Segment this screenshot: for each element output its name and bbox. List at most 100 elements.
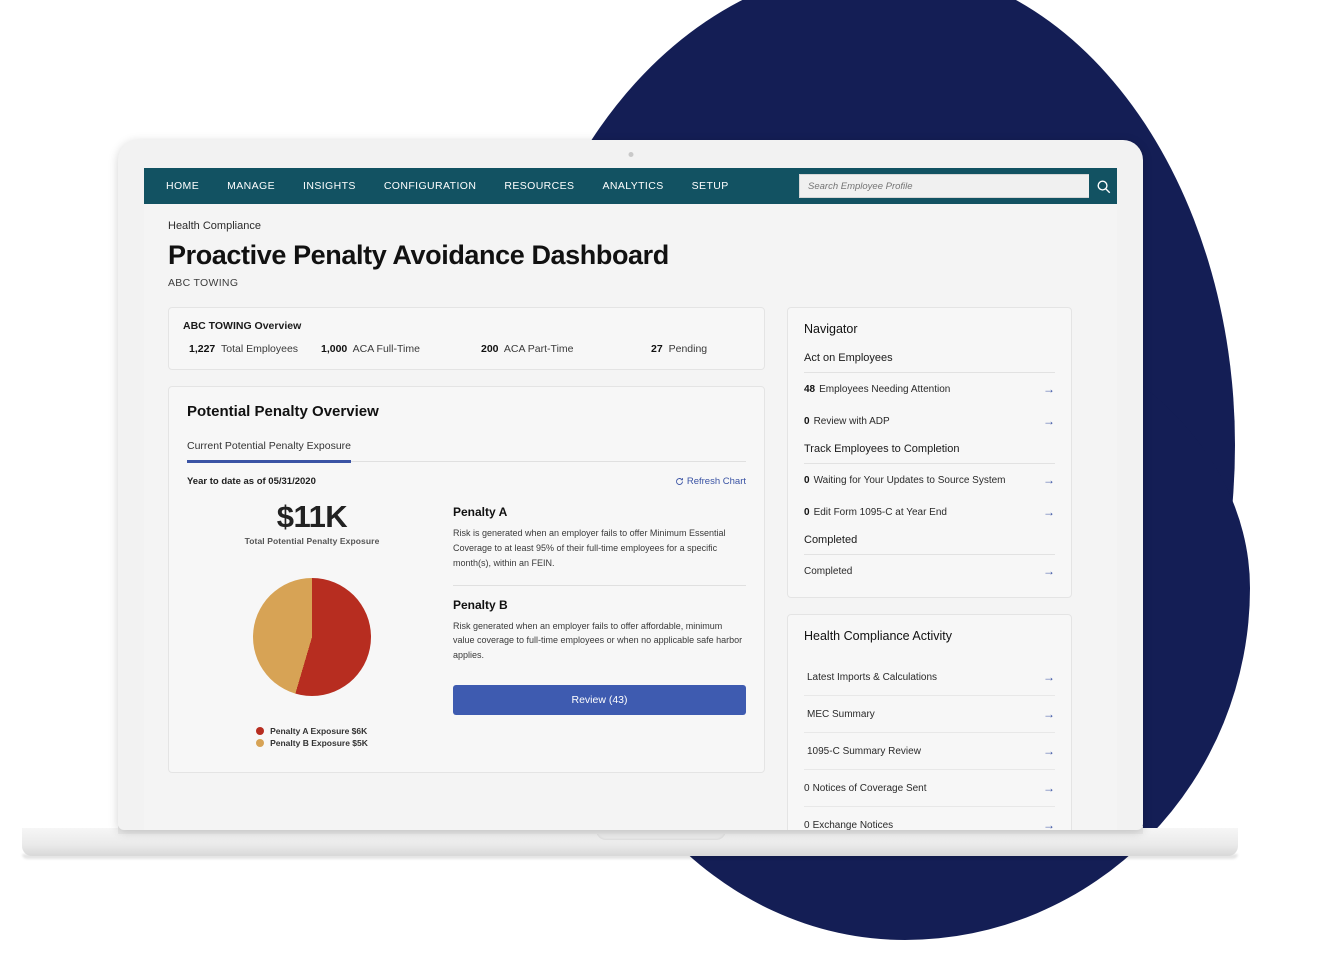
arrow-right-icon: → [1043,414,1055,428]
stat-total-employees-value: 1,227 [189,343,216,355]
tab-current-potential-penalty-exposure[interactable]: Current Potential Penalty Exposure [187,440,352,463]
arrow-right-icon: → [1043,781,1055,795]
stat-aca-full-time: 1,000 ACA Full-Time [321,343,481,355]
label: Edit Form 1095-C at Year End [813,506,947,518]
label: 1095-C Summary Review [807,745,921,757]
legend-label-penalty-b: Penalty B Exposure $5K [270,737,368,748]
laptop-lid: HOME MANAGE INSIGHTS CONFIGURATION RESOU… [118,140,1143,830]
health-compliance-activity-panel: Health Compliance Activity Latest Import… [787,614,1072,830]
nav-item-setup[interactable]: SETUP [692,180,729,192]
nav-item-insights[interactable]: INSIGHTS [303,180,356,192]
stat-aca-part-time: 200 ACA Part-Time [481,343,651,355]
navigator-section-track-employees: Track Employees to Completion [804,443,1055,464]
pie-chart-panel: $11K Total Potential Penalty Exposure Pe… [187,499,437,752]
arrow-right-icon: → [1043,564,1055,578]
arrow-right-icon: → [1043,670,1055,684]
content-columns: ABC TOWING Overview 1,227 Total Employee… [144,289,1117,830]
chart-and-descriptions: $11K Total Potential Penalty Exposure Pe… [187,499,746,752]
nav-item-analytics[interactable]: ANALYTICS [602,180,663,192]
refresh-chart-label: Refresh Chart [686,476,746,487]
count: 0 [804,782,810,794]
arrow-right-icon: → [1043,707,1055,721]
legend-label-penalty-a: Penalty A Exposure $6K [270,725,368,736]
nav-item-configuration[interactable]: CONFIGURATION [384,180,477,192]
arrow-right-icon: → [1043,818,1055,830]
label: Exchange Notices [812,819,894,831]
review-button[interactable]: Review (43) [453,685,746,716]
navigator-item-employees-needing-attention[interactable]: 48 Employees Needing Attention → [804,373,1055,405]
penalty-a-description: Risk is generated when an employer fails… [453,528,726,568]
stat-aca-part-time-value: 200 [481,343,499,355]
penalty-descriptions: Penalty A Risk is generated when an empl… [437,501,746,752]
penalty-card-title: Potential Penalty Overview [187,403,379,420]
screen: HOME MANAGE INSIGHTS CONFIGURATION RESOU… [144,168,1117,830]
label: Latest Imports & Calculations [807,671,938,683]
activity-item-exchange-notices[interactable]: 0 Exchange Notices → [804,807,1055,830]
refresh-icon [675,478,683,485]
stat-total-employees-label: Total Employees [221,343,299,355]
navigator-section-completed: Completed [804,534,1055,555]
navigator-item-waiting-for-updates[interactable]: 0 Waiting for Your Updates to Source Sys… [804,464,1055,496]
legend-swatch-penalty-a [256,726,265,735]
navigator-item-review-with-adp[interactable]: 0 Review with ADP → [804,405,1055,437]
penalty-a-name: Penalty A [453,505,508,519]
penalty-b-name: Penalty B [453,597,508,612]
stat-total-employees: 1,227 Total Employees [183,343,321,355]
activity-item-notices-of-coverage-sent[interactable]: 0 Notices of Coverage Sent → [804,770,1055,807]
total-exposure-value: $11K [276,499,348,534]
top-navigation-bar: HOME MANAGE INSIGHTS CONFIGURATION RESOU… [144,168,1117,204]
arrow-right-icon: → [1043,473,1055,487]
count: 48 [804,383,816,395]
webcam-icon [628,152,633,157]
stat-aca-part-time-label: ACA Part-Time [503,343,574,355]
as-of-date: Year to date as of 05/31/2020 [187,476,316,487]
activity-item-mec-summary[interactable]: MEC Summary → [804,696,1055,733]
stat-pending-value: 27 [651,343,663,355]
label: Waiting for Your Updates to Source Syste… [813,474,1006,486]
main-column: ABC TOWING Overview 1,227 Total Employee… [168,307,765,773]
total-exposure-label: Total Potential Penalty Exposure [244,535,380,546]
count: 0 [804,506,810,518]
stat-pending: 27 Pending [651,343,707,355]
navigator-panel: Navigator Act on Employees 48 Employees … [787,307,1072,598]
activity-item-latest-imports[interactable]: Latest Imports & Calculations → [804,659,1055,696]
overview-stats: 1,227 Total Employees 1,000 ACA Full-Tim… [183,343,750,355]
arrow-right-icon: → [1043,505,1055,519]
laptop-device: HOME MANAGE INSIGHTS CONFIGURATION RESOU… [0,0,1321,973]
refresh-chart-link[interactable]: Refresh Chart [675,476,746,487]
label: Employees Needing Attention [819,383,951,395]
count: 0 [804,819,810,831]
side-column: Navigator Act on Employees 48 Employees … [787,307,1072,830]
nav-item-resources[interactable]: RESOURCES [504,180,574,192]
label: Completed [804,565,853,577]
label: Notices of Coverage Sent [812,782,927,794]
label: Review with ADP [813,415,890,427]
breadcrumb: Health Compliance [168,220,261,232]
potential-penalty-card: Potential Penalty Overview Current Poten… [168,386,765,773]
page-header: Health Compliance Proactive Penalty Avoi… [144,204,1117,289]
count: 0 [804,415,810,427]
stat-aca-full-time-label: ACA Full-Time [352,343,420,355]
count: 0 [804,474,810,486]
navigator-item-completed[interactable]: Completed → [804,555,1055,587]
overview-title: ABC TOWING Overview [183,320,302,332]
arrow-right-icon: → [1043,382,1055,396]
penalty-b-description: Risk generated when an employer fails to… [453,620,743,661]
pie-legend: Penalty A Exposure $6K Penalty B Exposur… [256,726,368,750]
penalty-exposure-pie-chart [253,577,371,696]
legend-item-penalty-b: Penalty B Exposure $5K [256,738,368,748]
navigator-item-edit-form-1095c[interactable]: 0 Edit Form 1095-C at Year End → [804,496,1055,528]
search-button[interactable] [1089,174,1117,198]
page-title: Proactive Penalty Avoidance Dashboard [168,240,669,270]
scene: HOME MANAGE INSIGHTS CONFIGURATION RESOU… [0,0,1321,973]
nav-item-home[interactable]: HOME [166,180,199,192]
search-input[interactable] [799,174,1089,198]
navigator-section-act-on-employees: Act on Employees [804,352,1055,373]
legend-item-penalty-a: Penalty A Exposure $6K [256,726,368,736]
organization-name: ABC TOWING [168,277,239,289]
nav-item-manage[interactable]: MANAGE [227,180,275,192]
divider [453,584,746,586]
activity-item-1095c-summary-review[interactable]: 1095-C Summary Review → [804,733,1055,770]
activity-title: Health Compliance Activity [804,629,952,643]
chart-toolbar: Year to date as of 05/31/2020 Refresh Ch… [187,476,746,487]
